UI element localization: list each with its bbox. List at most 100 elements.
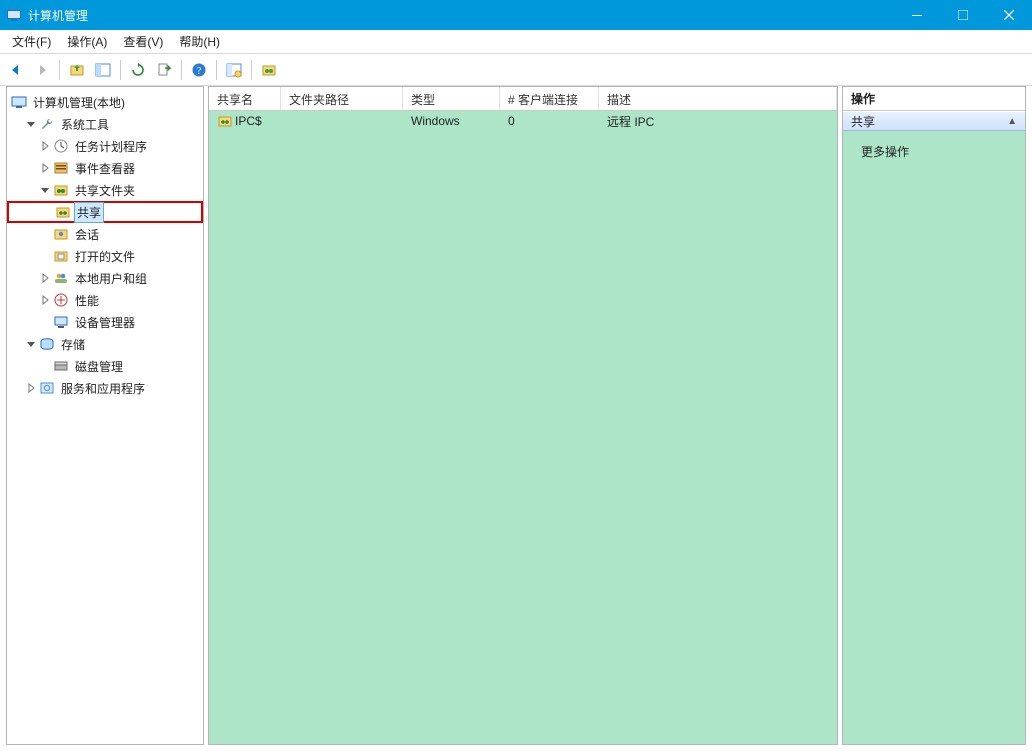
twisty-spacer — [39, 360, 51, 372]
chevron-up-icon[interactable]: ▲ — [1007, 116, 1017, 127]
open-files-icon — [53, 248, 69, 264]
device-mgr-icon — [53, 314, 69, 330]
wrench-icon — [39, 116, 55, 132]
toolbar-separator — [181, 60, 182, 80]
shares-shortcut-button[interactable] — [257, 58, 281, 82]
list-header: 共享名 文件夹路径 类型 # 客户端连接 描述 — [209, 87, 837, 111]
toolbar-separator — [251, 60, 252, 80]
actions-section-header[interactable]: 共享 ▲ — [843, 111, 1025, 131]
services-icon — [39, 380, 55, 396]
cell-share-name: IPC$ — [209, 113, 281, 129]
tree-node-disk-mgmt[interactable]: 磁盘管理 — [7, 355, 203, 377]
tree-node-performance[interactable]: 性能 — [7, 289, 203, 311]
menu-view[interactable]: 查看(V) — [115, 30, 171, 53]
tree-node-shared-folders[interactable]: 共享文件夹 — [7, 179, 203, 201]
tree-node-services-apps[interactable]: 服务和应用程序 — [7, 377, 203, 399]
menu-file[interactable]: 文件(F) — [4, 30, 59, 53]
app-icon — [6, 7, 22, 23]
shared-folders-icon — [53, 182, 69, 198]
tree-node-open-files[interactable]: 打开的文件 — [7, 245, 203, 267]
chevron-right-icon[interactable] — [39, 162, 51, 174]
tree-label: 磁盘管理 — [73, 357, 125, 376]
chevron-down-icon[interactable] — [25, 338, 37, 350]
tree-label: 系统工具 — [59, 115, 111, 134]
menubar: 文件(F) 操作(A) 查看(V) 帮助(H) — [0, 30, 1032, 54]
col-client-count[interactable]: # 客户端连接 — [500, 87, 599, 110]
back-button[interactable] — [4, 58, 28, 82]
chevron-right-icon[interactable] — [39, 140, 51, 152]
tree[interactable]: 计算机管理(本地) 系统工具 任务计划程序 — [7, 87, 203, 744]
storage-icon — [39, 336, 55, 352]
chevron-down-icon[interactable] — [25, 118, 37, 130]
new-share-button[interactable] — [222, 58, 246, 82]
actions-pane-header: 操作 — [843, 87, 1025, 111]
cell-type: Windows — [403, 114, 500, 128]
tree-label: 任务计划程序 — [73, 137, 149, 156]
titlebar: 计算机管理 — [0, 0, 1032, 30]
tree-node-root[interactable]: 计算机管理(本地) — [7, 91, 203, 113]
help-button[interactable]: ? — [187, 58, 211, 82]
tree-node-local-users[interactable]: 本地用户和组 — [7, 267, 203, 289]
users-icon — [53, 270, 69, 286]
tree-label: 设备管理器 — [73, 313, 137, 332]
up-button[interactable] — [65, 58, 89, 82]
computer-mgmt-icon — [11, 94, 27, 110]
toolbar-separator — [216, 60, 217, 80]
toolbar: ? — [0, 54, 1032, 86]
sessions-icon — [53, 226, 69, 242]
tree-node-shares[interactable]: 共享 — [7, 201, 203, 223]
list-body[interactable]: IPC$ Windows 0 远程 IPC — [209, 111, 837, 744]
tree-label: 事件查看器 — [73, 159, 137, 178]
performance-icon — [53, 292, 69, 308]
tree-pane: 计算机管理(本地) 系统工具 任务计划程序 — [6, 86, 204, 745]
tree-label: 计算机管理(本地) — [31, 93, 127, 112]
share-item-icon — [217, 113, 233, 129]
tree-label: 服务和应用程序 — [59, 379, 147, 398]
tree-label: 共享 — [75, 203, 103, 222]
list-pane: 共享名 文件夹路径 类型 # 客户端连接 描述 IPC$ Windows 0 远… — [208, 86, 838, 745]
minimize-button[interactable] — [894, 0, 940, 30]
col-type[interactable]: 类型 — [403, 87, 500, 110]
tree-node-system-tools[interactable]: 系统工具 — [7, 113, 203, 135]
refresh-button[interactable] — [126, 58, 150, 82]
show-hide-tree-button[interactable] — [91, 58, 115, 82]
maximize-button[interactable] — [940, 0, 986, 30]
tree-label: 存储 — [59, 335, 87, 354]
forward-button[interactable] — [30, 58, 54, 82]
cell-client-count: 0 — [500, 114, 599, 128]
chevron-right-icon icon[interactable] — [25, 382, 37, 394]
cell-description: 远程 IPC — [599, 113, 837, 130]
twisty-spacer — [39, 316, 51, 328]
close-button[interactable] — [986, 0, 1032, 30]
tree-node-task-scheduler[interactable]: 任务计划程序 — [7, 135, 203, 157]
tree-node-sessions[interactable]: 会话 — [7, 223, 203, 245]
clock-icon — [53, 138, 69, 154]
shares-icon — [55, 204, 71, 220]
actions-body: 更多操作 — [843, 131, 1025, 744]
tree-label: 性能 — [73, 291, 101, 310]
tree-label: 打开的文件 — [73, 247, 137, 266]
tree-label: 会话 — [73, 225, 101, 244]
col-folder-path[interactable]: 文件夹路径 — [281, 87, 403, 110]
actions-section-title: 共享 — [851, 113, 875, 130]
col-description[interactable]: 描述 — [599, 87, 837, 110]
menu-action[interactable]: 操作(A) — [59, 30, 115, 53]
tree-node-device-mgr[interactable]: 设备管理器 — [7, 311, 203, 333]
svg-text:?: ? — [197, 66, 202, 77]
tree-node-storage[interactable]: 存储 — [7, 333, 203, 355]
col-share-name[interactable]: 共享名 — [209, 87, 281, 110]
chevron-down-icon[interactable] — [39, 184, 51, 196]
actions-pane: 操作 共享 ▲ 更多操作 — [842, 86, 1026, 745]
action-more[interactable]: 更多操作 — [843, 139, 1025, 164]
toolbar-separator — [59, 60, 60, 80]
list-row[interactable]: IPC$ Windows 0 远程 IPC — [209, 111, 837, 131]
chevron-right-icon[interactable] — [39, 294, 51, 306]
export-button[interactable] — [152, 58, 176, 82]
disk-mgmt-icon — [53, 358, 69, 374]
tree-node-event-viewer[interactable]: 事件查看器 — [7, 157, 203, 179]
workspace: 计算机管理(本地) 系统工具 任务计划程序 — [6, 86, 1026, 745]
chevron-right-icon[interactable] — [39, 272, 51, 284]
menu-help[interactable]: 帮助(H) — [171, 30, 228, 53]
toolbar-separator — [120, 60, 121, 80]
tree-label: 本地用户和组 — [73, 269, 149, 288]
